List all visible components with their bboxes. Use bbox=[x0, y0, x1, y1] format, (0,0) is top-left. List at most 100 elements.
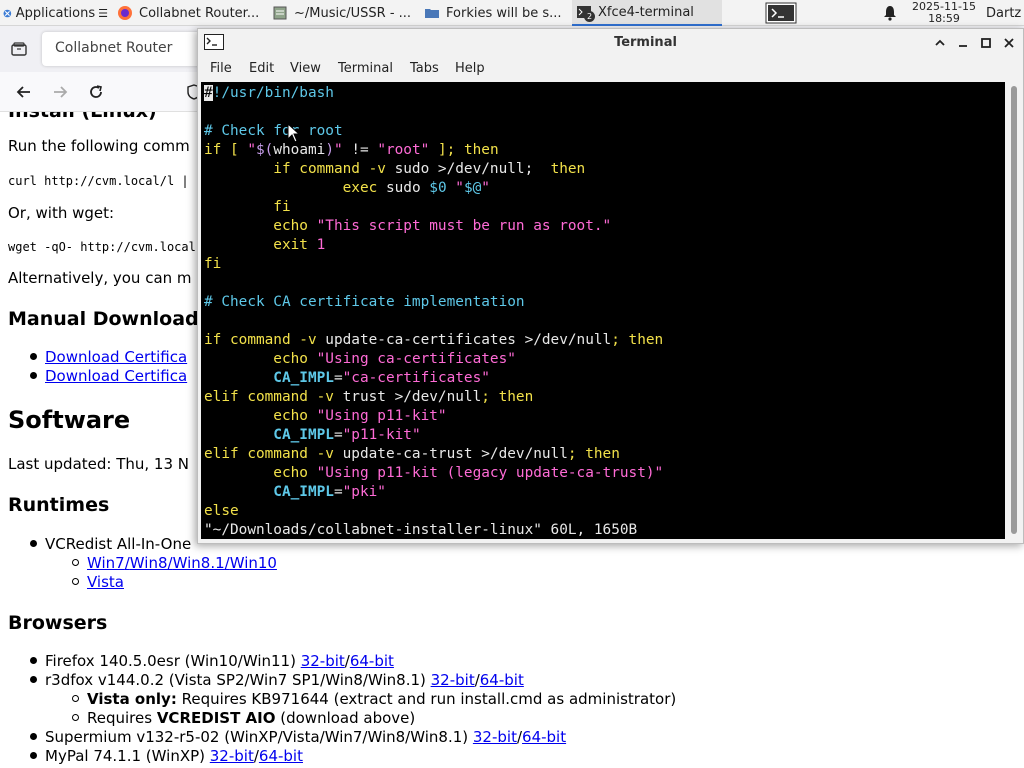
menu-chevron-icon: ☰ bbox=[98, 6, 108, 20]
list-item: Vista bbox=[72, 573, 124, 591]
runtimes-heading: Runtimes bbox=[8, 494, 110, 516]
shade-button[interactable] bbox=[931, 34, 949, 52]
back-button[interactable] bbox=[12, 80, 36, 104]
download-certificate-link[interactable]: Download Certifica bbox=[45, 367, 187, 385]
terminal-output[interactable]: #!/usr/bin/bash # Check for root if [ "$(w… bbox=[201, 82, 1005, 539]
folder-icon bbox=[424, 5, 440, 21]
terminal-token: $( bbox=[256, 142, 274, 158]
vc-win81-link[interactable]: Win8.1 bbox=[173, 554, 225, 572]
terminal-token: if command -v bbox=[204, 161, 395, 177]
supermium-32bit-link[interactable]: 32-bit bbox=[473, 728, 517, 746]
download-certificate-link[interactable]: Download Certifica bbox=[45, 348, 187, 366]
terminal-token: sudo >/dev/null; bbox=[394, 161, 551, 177]
close-icon bbox=[1004, 38, 1014, 48]
firefox-64bit-link[interactable]: 64-bit bbox=[350, 652, 394, 670]
terminal-line: #!/usr/bin/bash bbox=[204, 84, 334, 103]
terminal-token: " bbox=[247, 142, 256, 158]
alternative-text: Alternatively, you can m bbox=[8, 269, 192, 287]
menu-terminal[interactable]: Terminal bbox=[338, 61, 393, 76]
menu-view[interactable]: View bbox=[290, 61, 321, 76]
terminal-token: "root" bbox=[377, 142, 430, 158]
minimize-button[interactable] bbox=[954, 34, 972, 52]
terminal-token: = bbox=[333, 370, 343, 386]
terminal-line: CA_IMPL="pki" bbox=[204, 483, 386, 502]
mouse-pointer-icon bbox=[287, 123, 301, 143]
bullet bbox=[72, 714, 79, 721]
vc-vista-link[interactable]: Vista bbox=[87, 573, 124, 591]
terminal-token: echo bbox=[204, 218, 317, 234]
firefox-32bit-link[interactable]: 32-bit bbox=[301, 652, 345, 670]
menu-tabs[interactable]: Tabs bbox=[410, 61, 439, 76]
list-item: Download Certifica bbox=[30, 367, 187, 385]
r3dfox-64bit-link[interactable]: 64-bit bbox=[480, 671, 524, 689]
menu-edit[interactable]: Edit bbox=[249, 61, 274, 76]
applications-label: Applications bbox=[15, 5, 96, 21]
terminal-scrollbar[interactable] bbox=[1007, 82, 1021, 539]
terminal-token: "ca-certificates" bbox=[342, 370, 490, 386]
bullet bbox=[72, 578, 79, 585]
task-terminal[interactable]: 2 Xfce4-terminal bbox=[572, 0, 722, 26]
close-button[interactable] bbox=[1000, 34, 1018, 52]
bullet bbox=[30, 733, 37, 740]
terminal-token: "pki" bbox=[342, 484, 386, 500]
task-label: Collabnet Router... bbox=[139, 5, 260, 21]
tray-terminal-button[interactable] bbox=[765, 0, 797, 26]
wget-instruction: Or, with wget: bbox=[8, 204, 115, 222]
task-text-editor[interactable]: ~/Music/USSR - ... bbox=[268, 0, 416, 26]
arrow-left-icon bbox=[16, 86, 30, 98]
applications-menu-button[interactable]: Applications ☰ bbox=[0, 0, 108, 26]
terminal-token: ) bbox=[325, 142, 334, 158]
tab-list-icon[interactable] bbox=[10, 40, 28, 58]
top-panel: Applications ☰ Collabnet Router... ~/Mus… bbox=[0, 0, 1024, 26]
terminal-token: " bbox=[333, 142, 343, 158]
terminal-token: "Using ca-certificates" bbox=[316, 351, 516, 367]
terminal-icon bbox=[765, 2, 797, 24]
mypal-32bit-link[interactable]: 32-bit bbox=[210, 747, 254, 765]
terminal-token: CA_IMPL bbox=[204, 427, 334, 443]
terminal-token: if command -v bbox=[204, 332, 326, 348]
arrow-right-icon bbox=[54, 86, 68, 98]
menu-file[interactable]: File bbox=[210, 61, 232, 76]
terminal-token: if bbox=[204, 142, 222, 158]
terminal-line: elif command -v trust >/dev/null; then bbox=[204, 388, 533, 407]
terminal-token: update-ca-trust >/dev/null bbox=[342, 446, 568, 462]
clock[interactable]: 2025-11-15 18:59 bbox=[910, 0, 978, 26]
manual-download-heading: Manual Download bbox=[8, 308, 199, 330]
vc-win10-link[interactable]: Win10 bbox=[230, 554, 277, 572]
bullet bbox=[30, 676, 37, 683]
text-editor-icon bbox=[272, 5, 288, 21]
terminal-token: CA_IMPL bbox=[204, 370, 334, 386]
mypal-64bit-link[interactable]: 64-bit bbox=[259, 747, 303, 765]
minimize-icon bbox=[959, 45, 967, 47]
software-heading: Software bbox=[8, 406, 131, 434]
vc-win7-link[interactable]: Win7 bbox=[87, 554, 125, 572]
supermium-64bit-link[interactable]: 64-bit bbox=[522, 728, 566, 746]
terminal-line: fi bbox=[204, 255, 221, 274]
bullet bbox=[30, 752, 37, 759]
menu-help[interactable]: Help bbox=[455, 61, 485, 76]
bullet bbox=[72, 559, 79, 566]
chevron-up-icon bbox=[935, 39, 945, 46]
install-heading: Install (Linux) bbox=[8, 112, 157, 122]
terminal-token: elif command -v bbox=[204, 389, 343, 405]
task-file-manager[interactable]: Forkies will be s... bbox=[420, 0, 570, 26]
task-label: Xfce4-terminal bbox=[598, 4, 694, 20]
bell-icon bbox=[884, 6, 896, 21]
terminal-token: " bbox=[446, 180, 464, 196]
task-firefox[interactable]: Collabnet Router... bbox=[113, 0, 263, 26]
r3dfox-32bit-link[interactable]: 32-bit bbox=[431, 671, 475, 689]
list-item: r3dfox v144.0.2 (Vista SP2/Win7 SP1/Win8… bbox=[30, 671, 524, 689]
browsers-heading: Browsers bbox=[8, 612, 108, 634]
vc-win8-link[interactable]: Win8 bbox=[130, 554, 168, 572]
reload-button[interactable] bbox=[84, 80, 108, 104]
notifications-button[interactable] bbox=[880, 0, 900, 26]
scrollbar-thumb[interactable] bbox=[1011, 86, 1017, 534]
user-menu[interactable]: Dartz bbox=[986, 0, 1024, 26]
terminal-titlebar[interactable]: Terminal bbox=[198, 29, 1023, 57]
maximize-button[interactable] bbox=[977, 34, 995, 52]
forward-button[interactable] bbox=[48, 80, 72, 104]
terminal-token: ]; then bbox=[429, 142, 499, 158]
terminal-token: $0 bbox=[429, 180, 447, 196]
browser-tab[interactable]: Collabnet Router bbox=[42, 32, 202, 66]
terminal-line: else bbox=[204, 502, 239, 521]
